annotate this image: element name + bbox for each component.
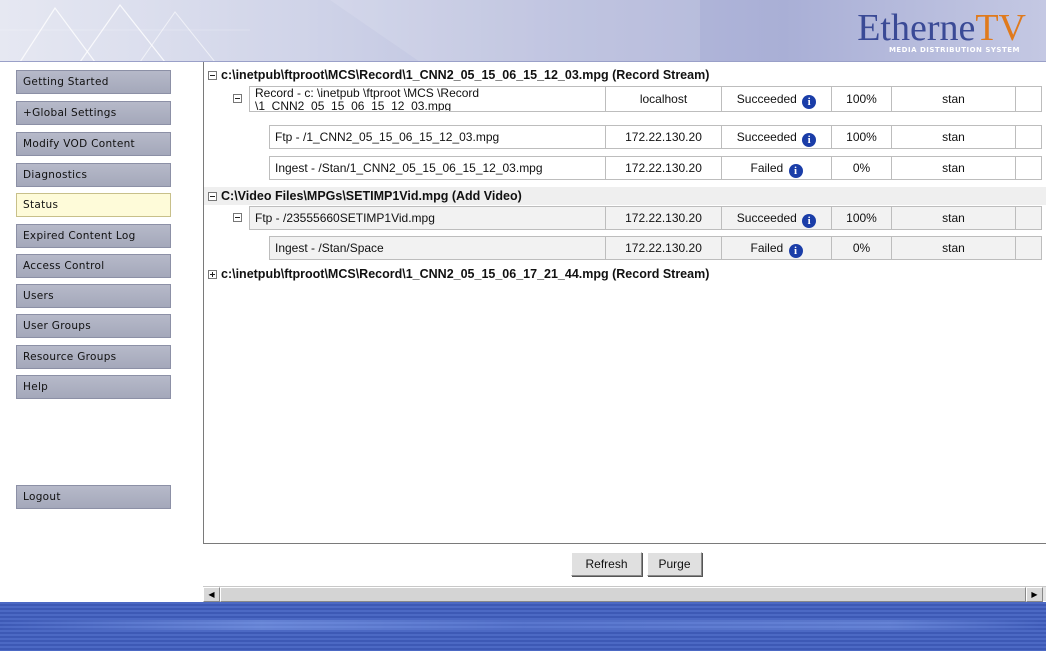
job-extra-cell [1015, 236, 1042, 260]
table-row: Ftp - /23555660SETIMP1Vid.mpg 172.22.130… [229, 206, 1046, 230]
info-icon[interactable]: i [802, 214, 817, 228]
job-extra-cell [1015, 86, 1042, 112]
scroll-left-icon[interactable]: ◀ [203, 587, 220, 602]
info-icon[interactable]: i [788, 164, 803, 178]
job-name-cell: Ftp - /23555660SETIMP1Vid.mpg [249, 206, 605, 230]
job-name-cell: Ingest - /Stan/1_CNN2_05_15_06_15_12_03.… [269, 156, 605, 180]
sidebar-item-diagnostics[interactable]: Diagnostics [16, 163, 171, 187]
job-progress-cell: 0% [831, 156, 891, 180]
table-row: Record - c: \inetpub \ftproot \MCS \Reco… [229, 86, 1046, 112]
scrollbar-thumb[interactable] [220, 587, 1026, 602]
scroll-right-icon[interactable]: ▶ [1026, 587, 1043, 602]
sidebar-item-getting-started[interactable]: Getting Started [16, 70, 171, 94]
job-progress-cell: 0% [831, 236, 891, 260]
job-progress-cell: 100% [831, 86, 891, 112]
table-row: Ftp - /1_CNN2_05_15_06_15_12_03.mpg 172.… [269, 125, 1046, 149]
job-status-text: Failed [750, 161, 784, 175]
job-progress-cell: 100% [831, 206, 891, 230]
job-user-cell: stan [891, 86, 1015, 112]
job-status-cell: Succeeded i [721, 86, 831, 112]
job-host-cell: 172.22.130.20 [605, 206, 721, 230]
job-host-cell: 172.22.130.20 [605, 125, 721, 149]
job-user-cell: stan [891, 125, 1015, 149]
job-status-text: Succeeded [736, 92, 797, 106]
job-extra-cell [1015, 125, 1042, 149]
job-name-line2: \1_CNN2_05_15_06_15_12_03.mpg [255, 99, 452, 112]
sidebar-item-resource-groups[interactable]: Resource Groups [16, 345, 171, 369]
job-status-cell: Succeeded i [721, 206, 831, 230]
logo-text-main: Etherne [857, 7, 976, 49]
job-group-title: c:\inetpub\ftproot\MCS\Record\1_CNN2_05_… [221, 68, 710, 82]
logo-tagline: MEDIA DISTRIBUTION SYSTEM [888, 46, 1020, 54]
job-host-cell: 172.22.130.20 [605, 236, 721, 260]
job-name-cell: Ftp - /1_CNN2_05_15_06_15_12_03.mpg [269, 125, 605, 149]
status-pane: c:\inetpub\ftproot\MCS\Record\1_CNN2_05_… [203, 62, 1046, 544]
job-user-cell: stan [891, 156, 1015, 180]
job-host-cell: 172.22.130.20 [605, 156, 721, 180]
job-name-cell: Ingest - /Stan/Space [269, 236, 605, 260]
footer-banner [0, 602, 1046, 651]
job-extra-cell [1015, 206, 1042, 230]
table-row: Ingest - /Stan/1_CNN2_05_15_06_15_12_03.… [269, 156, 1046, 180]
job-name-cell: Record - c: \inetpub \ftproot \MCS \Reco… [249, 86, 605, 112]
table-row: Ingest - /Stan/Space 172.22.130.20 Faile… [269, 236, 1046, 260]
sidebar-item-user-groups[interactable]: User Groups [16, 314, 171, 338]
sidebar-item-global-settings[interactable]: +Global Settings [16, 101, 171, 125]
job-status-cell: Failed i [721, 236, 831, 260]
job-status-text: Succeeded [736, 130, 797, 144]
header-decoration [0, 0, 700, 61]
job-user-cell: stan [891, 206, 1015, 230]
job-extra-cell [1015, 156, 1042, 180]
info-icon[interactable]: i [788, 244, 803, 258]
job-group-header[interactable]: c:\inetpub\ftproot\MCS\Record\1_CNN2_05_… [204, 265, 1046, 283]
job-status-text: Failed [750, 241, 784, 255]
job-group-title: c:\inetpub\ftproot\MCS\Record\1_CNN2_05_… [221, 267, 710, 281]
job-group-title: C:\Video Files\MPGs\SETIMP1Vid.mpg (Add … [221, 189, 522, 203]
job-host-cell: localhost [605, 86, 721, 112]
info-icon[interactable]: i [802, 133, 817, 147]
job-group-header[interactable]: c:\inetpub\ftproot\MCS\Record\1_CNN2_05_… [204, 66, 1046, 84]
refresh-button[interactable]: Refresh [571, 552, 642, 576]
expand-icon[interactable] [208, 270, 217, 279]
sidebar-item-users[interactable]: Users [16, 284, 171, 308]
header-banner: EtherneTV MEDIA DISTRIBUTION SYSTEM [0, 0, 1046, 62]
collapse-icon[interactable] [208, 192, 217, 201]
footer-decoration [0, 620, 1046, 630]
sidebar-nav: Getting Started +Global Settings Modify … [0, 62, 203, 599]
sidebar-item-status[interactable]: Status [16, 193, 171, 217]
purge-button[interactable]: Purge [647, 552, 702, 576]
collapse-icon[interactable] [233, 213, 242, 222]
logout-button[interactable]: Logout [16, 485, 171, 509]
job-status-cell: Failed i [721, 156, 831, 180]
job-group-header[interactable]: C:\Video Files\MPGs\SETIMP1Vid.mpg (Add … [204, 187, 1046, 205]
sidebar-item-help[interactable]: Help [16, 375, 171, 399]
ethernetv-logo: EtherneTV MEDIA DISTRIBUTION SYSTEM [854, 6, 1034, 56]
job-status-text: Succeeded [736, 211, 797, 225]
sidebar-item-expired-content-log[interactable]: Expired Content Log [16, 224, 171, 248]
sidebar-item-modify-vod-content[interactable]: Modify VOD Content [16, 132, 171, 156]
logo-text-tv: TV [975, 7, 1026, 49]
sidebar-item-access-control[interactable]: Access Control [16, 254, 171, 278]
job-progress-cell: 100% [831, 125, 891, 149]
job-status-cell: Succeeded i [721, 125, 831, 149]
collapse-icon[interactable] [208, 71, 217, 80]
logo-wordmark: EtherneTV [857, 8, 1026, 48]
horizontal-scrollbar[interactable]: ◀ ▶ [203, 586, 1046, 602]
job-user-cell: stan [891, 236, 1015, 260]
collapse-icon[interactable] [233, 94, 242, 103]
info-icon[interactable]: i [802, 95, 817, 109]
